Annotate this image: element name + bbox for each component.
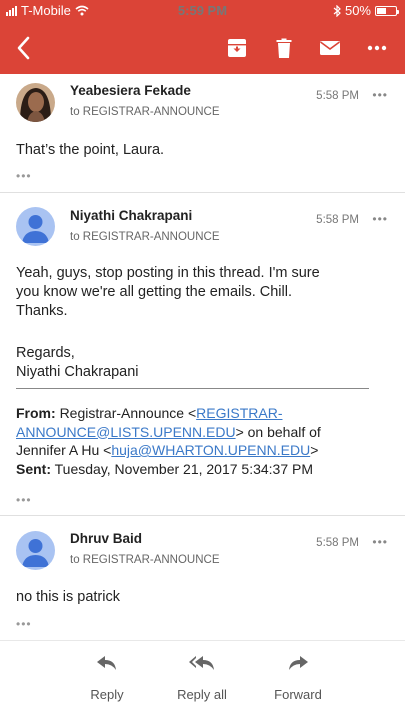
- message-more-icon[interactable]: •••: [372, 535, 388, 549]
- signature-block: Regards, Niyathi Chakrapani: [16, 344, 139, 382]
- behalf-end: >: [310, 442, 319, 458]
- from-email-link[interactable]: REGISTRAR-: [196, 405, 282, 421]
- status-bar: T-Mobile 5:59 PM 50%: [0, 0, 405, 22]
- sent-value: Tuesday, November 21, 2017 5:34:37 PM: [54, 460, 314, 477]
- avatar: [16, 531, 55, 570]
- avatar: [16, 83, 55, 122]
- quoted-from-line-2: ANNOUNCE@LISTS.UPENN.EDU> on behalf of: [16, 423, 376, 442]
- reply-all-icon: [189, 656, 214, 670]
- quoted-from-line: From: Registrar-Announce <REGISTRAR-: [16, 404, 376, 423]
- message-body: That’s the point, Laura.: [16, 142, 165, 158]
- archive-icon[interactable]: [225, 36, 249, 60]
- message-time: 5:58 PM: [316, 537, 359, 549]
- message-card[interactable]: Dhruv Baid to REGISTRAR-ANNOUNCE 5:58 PM…: [0, 516, 405, 638]
- from-name: Registrar-Announce <: [59, 405, 197, 421]
- reply-icon: [97, 656, 116, 670]
- quote-separator: [16, 388, 369, 389]
- recipient-line[interactable]: to REGISTRAR-ANNOUNCE: [70, 554, 220, 566]
- bluetooth-icon: [333, 4, 341, 17]
- message-card[interactable]: Yeabesiera Fekade to REGISTRAR-ANNOUNCE …: [0, 74, 405, 194]
- person-icon: [22, 539, 49, 567]
- from-email-link-cont[interactable]: ANNOUNCE@LISTS.UPENN.EDU: [16, 424, 236, 440]
- message-toolbar: [0, 26, 405, 70]
- forward-icon: [289, 656, 308, 670]
- body-line: Thanks.: [16, 303, 68, 319]
- reply-all-label: Reply all: [177, 687, 227, 702]
- show-trimmed-icon[interactable]: •••: [16, 169, 32, 183]
- reply-button[interactable]: Reply: [62, 655, 152, 702]
- quoted-sent-line: Sent: Tuesday, November 21, 2017 5:34:37…: [16, 460, 376, 479]
- body-line: you know we're all getting the emails. C…: [16, 284, 292, 300]
- reply-label: Reply: [90, 687, 124, 702]
- recipient-line[interactable]: to REGISTRAR-ANNOUNCE: [70, 106, 220, 118]
- forward-label: Forward: [274, 687, 322, 702]
- message-more-icon[interactable]: •••: [372, 212, 388, 226]
- message-time: 5:58 PM: [316, 214, 359, 226]
- regards-line: Regards,: [16, 345, 75, 361]
- battery-icon: [375, 5, 399, 16]
- sender-name[interactable]: Yeabesiera Fekade: [70, 83, 191, 98]
- app-header: T-Mobile 5:59 PM 50%: [0, 0, 405, 74]
- body-line: Yeah, guys, stop posting in this thread.…: [16, 265, 320, 281]
- profile-photo: [16, 83, 55, 122]
- behalf-email-link[interactable]: huja@WHARTON.UPENN.EDU: [111, 442, 310, 458]
- message-body: no this is patrick: [16, 589, 120, 605]
- mail-icon[interactable]: [318, 36, 342, 60]
- quoted-behalf-line: Jennifer A Hu <huja@WHARTON.UPENN.EDU>: [16, 441, 376, 460]
- message-body: Yeah, guys, stop posting in this thread.…: [16, 264, 320, 321]
- message-time: 5:58 PM: [316, 90, 359, 102]
- person-icon: [22, 215, 49, 243]
- sender-name[interactable]: Niyathi Chakrapani: [70, 208, 192, 223]
- trash-icon[interactable]: [272, 36, 296, 60]
- back-arrow-icon[interactable]: [12, 34, 36, 62]
- show-trimmed-icon[interactable]: •••: [16, 617, 32, 631]
- avatar: [16, 207, 55, 246]
- message-card[interactable]: Niyathi Chakrapani to REGISTRAR-ANNOUNCE…: [0, 193, 405, 515]
- show-trimmed-icon[interactable]: •••: [16, 493, 32, 507]
- reply-bar: Reply Reply all Forward: [0, 640, 405, 720]
- quoted-header: From: Registrar-Announce <REGISTRAR- ANN…: [16, 404, 376, 478]
- sender-name[interactable]: Dhruv Baid: [70, 531, 142, 546]
- sent-label: Sent:: [16, 460, 51, 477]
- reply-all-button[interactable]: Reply all: [157, 655, 247, 702]
- forward-button[interactable]: Forward: [253, 655, 343, 702]
- more-icon[interactable]: [365, 36, 389, 60]
- message-more-icon[interactable]: •••: [372, 88, 388, 102]
- from-label: From:: [16, 405, 56, 421]
- behalf-name: Jennifer A Hu <: [16, 442, 112, 458]
- signature-name: Niyathi Chakrapani: [16, 364, 139, 380]
- behalf-text: > on behalf of: [235, 423, 321, 440]
- battery-percent: 50%: [344, 3, 371, 18]
- recipient-line[interactable]: to REGISTRAR-ANNOUNCE: [70, 231, 220, 243]
